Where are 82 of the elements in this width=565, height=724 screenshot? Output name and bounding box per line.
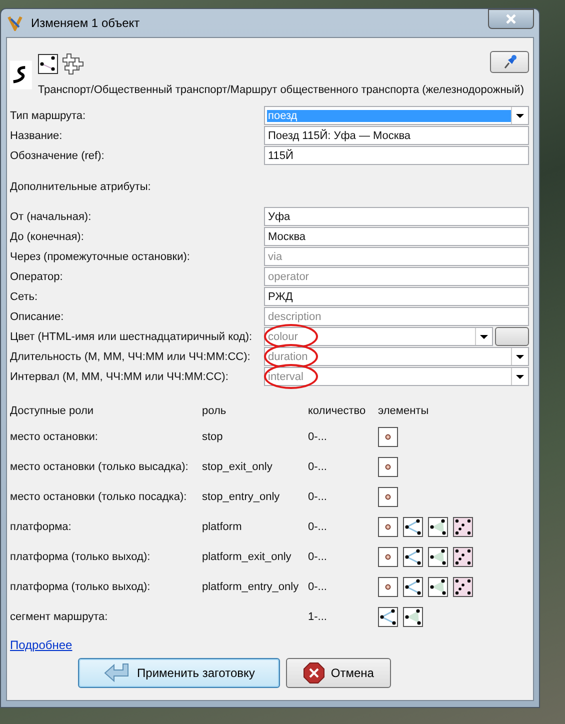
app-icon — [7, 15, 23, 31]
column-header: элементы — [378, 405, 430, 417]
combo-field[interactable]: colour — [264, 327, 493, 346]
pin-button[interactable] — [490, 51, 529, 73]
role-name: platform_entry_only — [202, 581, 300, 593]
field-label: Через (промежуточные остановки): — [10, 250, 191, 265]
role-count: 1-... — [308, 611, 328, 623]
field-label: Интервал (М, ММ, ЧЧ:ММ или ЧЧ:ММ:СС): — [10, 370, 230, 385]
role-name: stop_entry_only — [202, 491, 281, 503]
input-field[interactable]: Уфа — [264, 207, 529, 226]
area-icon — [428, 517, 448, 537]
cancel-button[interactable]: Отмена — [286, 658, 391, 688]
field-label: Название: — [10, 129, 64, 144]
field-label: Оператор: — [10, 270, 64, 285]
relation-icon — [453, 577, 473, 597]
return-arrow-icon — [103, 662, 132, 684]
role-count: 0-... — [308, 521, 328, 533]
input-field[interactable]: 115Й — [264, 146, 529, 165]
role-label: место остановки: — [10, 431, 99, 443]
way-type-icon — [38, 54, 58, 74]
relation-icon — [453, 517, 473, 537]
node-icon — [378, 487, 398, 507]
way-icon — [378, 607, 398, 627]
column-header: роль — [202, 405, 228, 417]
field-label: Тип маршрута: — [10, 109, 87, 124]
preset-icon — [10, 58, 32, 92]
role-label: место остановки (только высадка): — [10, 461, 190, 473]
pushpin-icon — [502, 54, 518, 70]
role-label: платформа (только выход): — [10, 551, 152, 563]
area-icon — [428, 577, 448, 597]
field-label: Длительность (М, ММ, ЧЧ:ММ или ЧЧ:ММ:СС): — [10, 350, 252, 365]
role-count: 0-... — [308, 431, 328, 443]
preset-path: Транспорт/Общественный транспорт/Маршрут общественного транспорта (железнодорожный) — [38, 84, 524, 96]
input-field[interactable]: Поезд 115Й: Уфа — Москва — [264, 126, 529, 145]
input-field[interactable]: operator — [264, 267, 529, 286]
field-label: Описание: — [10, 310, 65, 325]
crosses-icon — [62, 53, 86, 75]
way-icon — [403, 517, 423, 537]
node-icon — [378, 547, 398, 567]
annotation-circle — [264, 364, 318, 389]
role-label: сегмент маршрута: — [10, 611, 109, 623]
field-label: Сеть: — [10, 290, 39, 305]
role-label: место остановки (только посадка): — [10, 491, 188, 503]
field-label: Обозначение (ref): — [10, 149, 106, 164]
field-label: До (конечная): — [10, 230, 85, 245]
combo-field[interactable]: duration — [264, 347, 529, 366]
node-icon — [378, 457, 398, 477]
apply-preset-button[interactable]: Применить заготовку — [78, 658, 280, 688]
role-count: 0-... — [308, 581, 328, 593]
role-label: платформа (только выход): — [10, 581, 152, 593]
combo-field[interactable]: interval — [264, 367, 529, 386]
input-field[interactable]: description — [264, 307, 529, 326]
input-field[interactable]: Москва — [264, 227, 529, 246]
way-icon — [403, 547, 423, 567]
color-picker-button[interactable] — [495, 327, 529, 346]
field-label: От (начальная): — [10, 210, 92, 225]
node-icon — [378, 517, 398, 537]
role-name: platform — [202, 521, 243, 533]
role-count: 0-... — [308, 461, 328, 473]
close-icon — [506, 14, 516, 24]
field-label: Цвет (HTML-имя или шестнадцатиричный код): — [10, 330, 254, 345]
way-icon — [403, 577, 423, 597]
role-name: stop — [202, 431, 224, 443]
role-count: 0-... — [308, 551, 328, 563]
input-field[interactable]: РЖД — [264, 287, 529, 306]
relation-icon — [453, 547, 473, 567]
column-header: количество — [308, 405, 367, 417]
input-field[interactable]: via — [264, 247, 529, 266]
cancel-icon — [302, 662, 325, 684]
window-title: Изменяем 1 объект — [31, 16, 141, 30]
role-name: stop_exit_only — [202, 461, 274, 473]
close-button[interactable] — [488, 9, 534, 29]
area-icon — [403, 607, 423, 627]
area-icon — [428, 547, 448, 567]
role-label: платформа: — [10, 521, 72, 533]
node-icon — [378, 577, 398, 597]
more-info-link[interactable]: Подробнее — [10, 638, 72, 652]
node-icon — [378, 427, 398, 447]
section-label: Дополнительные атрибуты: — [10, 180, 152, 195]
role-count: 0-... — [308, 491, 328, 503]
column-header: Доступные роли — [10, 405, 95, 417]
role-name: platform_exit_only — [202, 551, 292, 563]
